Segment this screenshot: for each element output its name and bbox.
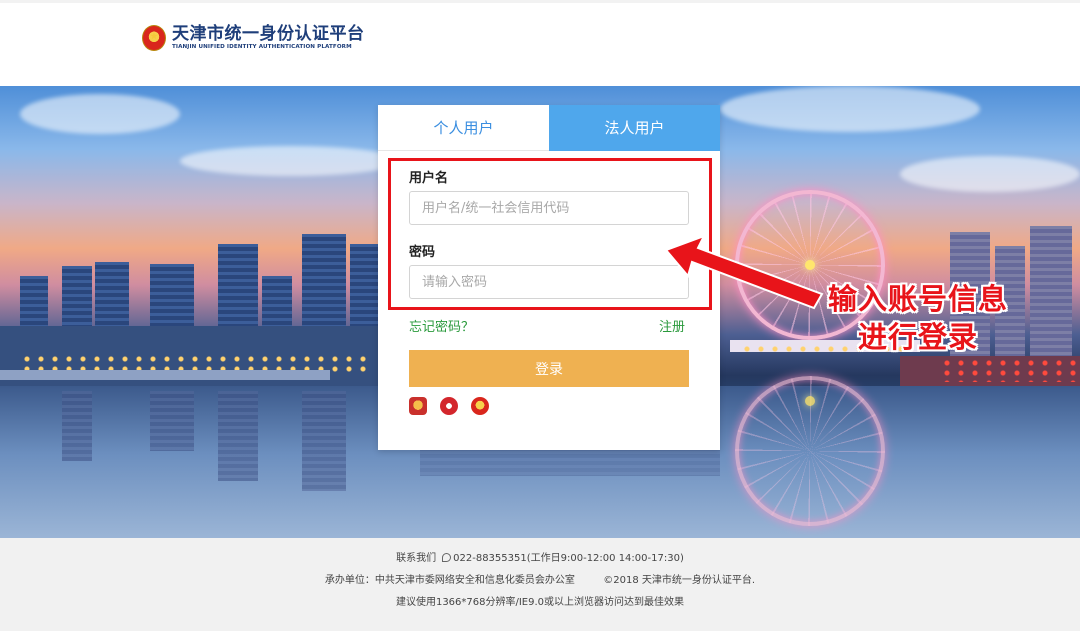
header: 天津市统一身份认证平台 TIANJIN UNIFIED IDENTITY AUT…: [0, 0, 1080, 86]
forgot-password-link[interactable]: 忘记密码？: [409, 316, 474, 335]
emblem-icon[interactable]: [471, 397, 489, 415]
annotation-text: 输入账号信息 进行登录: [806, 280, 1030, 356]
tab-personal-user[interactable]: 个人用户: [378, 105, 549, 151]
site-title: 天津市统一身份认证平台: [172, 24, 365, 44]
logo-text: 天津市统一身份认证平台 TIANJIN UNIFIED IDENTITY AUT…: [172, 25, 365, 51]
annotation-arrow-icon: [664, 236, 824, 310]
seal-icon[interactable]: [440, 397, 458, 415]
footer-browser-tip: 建议使用1366*768分辨率/IE9.0或以上浏览器访问达到最佳效果: [395, 597, 685, 608]
contact-link[interactable]: 联系我们: [396, 553, 436, 564]
contact-phone: 022-88355351(工作日9:00-12:00 14:00-17:30): [453, 553, 684, 564]
login-button[interactable]: 登录: [409, 350, 689, 387]
phone-icon: [442, 553, 452, 562]
register-link[interactable]: 注册: [659, 316, 685, 335]
page: 天津市统一身份认证平台 TIANJIN UNIFIED IDENTITY AUT…: [0, 0, 1080, 631]
form-links: 忘记密码？ 注册: [409, 316, 685, 335]
tab-legal-person-user[interactable]: 法人用户: [549, 105, 720, 151]
user-type-tabs: 个人用户 法人用户: [378, 105, 720, 151]
annotation-line-1: 输入账号信息: [827, 282, 1008, 316]
footer-organizer: 承办单位：中共天津市委网络安全和信息化委员会办公室 ©2018 天津市统一身份认…: [0, 571, 1080, 586]
national-emblem-icon: [142, 25, 166, 51]
footer-contact: 联系我们 022-88355351(工作日9:00-12:00 14:00-17:…: [0, 549, 1080, 564]
annotation-line-2: 进行登录: [857, 320, 978, 354]
site-subtitle: TIANJIN UNIFIED IDENTITY AUTHENTICATION …: [172, 44, 352, 50]
police-badge-icon[interactable]: [409, 397, 427, 415]
site-logo[interactable]: 天津市统一身份认证平台 TIANJIN UNIFIED IDENTITY AUT…: [142, 25, 365, 51]
other-login-methods: [409, 397, 489, 415]
copyright-text: ©2018 天津市统一身份认证平台.: [603, 575, 756, 586]
organizer-text: 承办单位：中共天津市委网络安全和信息化委员会办公室: [324, 575, 575, 586]
footer: 联系我们 022-88355351(工作日9:00-12:00 14:00-17:…: [0, 538, 1080, 631]
